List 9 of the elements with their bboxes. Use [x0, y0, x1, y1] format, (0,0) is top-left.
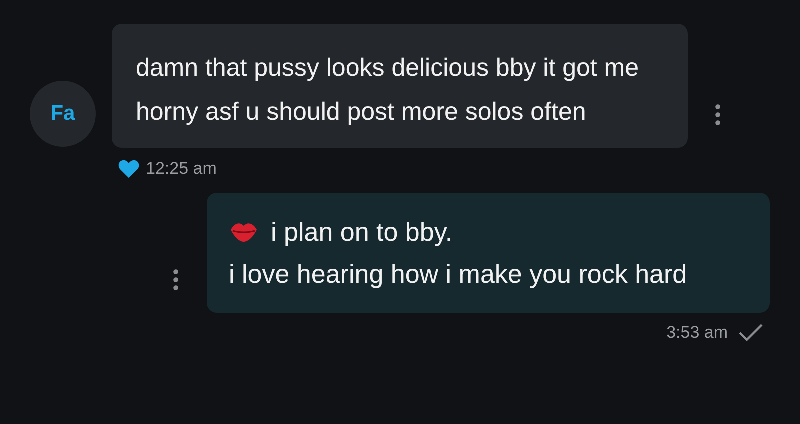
- more-options-icon[interactable]: [715, 104, 721, 126]
- message-time: 12:25 am: [146, 159, 217, 179]
- message-text: i plan on to bby.: [271, 216, 453, 249]
- message-text: damn that pussy looks delicious bby it got me horny asf u should post more solos often: [136, 53, 640, 128]
- message-text: i love hearing how i make you rock hard: [229, 258, 688, 291]
- avatar[interactable]: Fa: [30, 81, 96, 147]
- more-options-icon[interactable]: [173, 269, 179, 291]
- message-time: 3:53 am: [666, 323, 728, 343]
- heart-icon[interactable]: [118, 159, 140, 179]
